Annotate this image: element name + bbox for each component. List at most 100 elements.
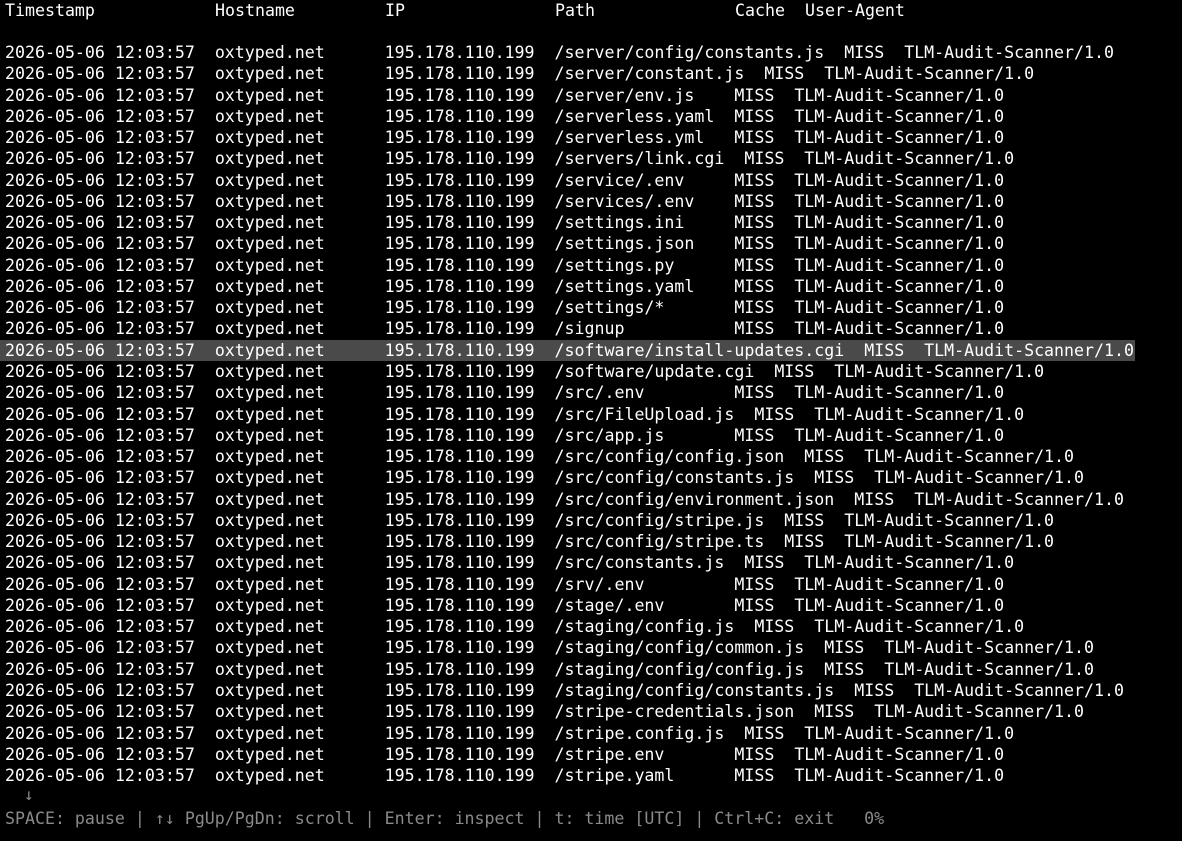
column-gap — [195, 64, 215, 83]
log-row[interactable]: 2026-05-06 12:03:57 oxtyped.net 195.178.… — [0, 233, 1182, 254]
column-gap — [774, 256, 794, 275]
log-row[interactable]: 2026-05-06 12:03:57 oxtyped.net 195.178.… — [0, 297, 1182, 318]
column-gap — [195, 532, 215, 551]
log-row[interactable]: 2026-05-06 12:03:57 oxtyped.net 195.178.… — [0, 191, 1182, 212]
row-user-agent: TLM-Audit-Scanner/1.0 — [794, 191, 1005, 211]
column-gap — [535, 86, 555, 105]
log-row[interactable]: 2026-05-06 12:03:57 oxtyped.net 195.178.… — [0, 85, 1182, 106]
log-row[interactable]: 2026-05-06 12:03:57 oxtyped.net 195.178.… — [0, 382, 1182, 403]
column-gap — [325, 256, 385, 275]
column-gap — [325, 383, 385, 402]
row-user-agent: TLM-Audit-Scanner/1.0 — [794, 425, 1005, 445]
row-path: /stage/.env — [554, 595, 665, 615]
column-gap — [195, 638, 215, 657]
row-path: /stripe-credentials.json — [554, 702, 795, 722]
column-gap — [774, 234, 794, 253]
column-gap — [784, 149, 804, 168]
row-cache: MISS — [734, 213, 775, 233]
log-row[interactable]: 2026-05-06 12:03:57 oxtyped.net 195.178.… — [0, 467, 1182, 488]
column-gap — [195, 766, 215, 785]
log-row[interactable]: 2026-05-06 12:03:57 oxtyped.net 195.178.… — [0, 404, 1182, 425]
log-row[interactable]: 2026-05-06 12:03:57 oxtyped.net 195.178.… — [0, 318, 1182, 339]
log-row[interactable]: 2026-05-06 12:03:57 oxtyped.net 195.178.… — [0, 552, 1182, 573]
row-hostname: oxtyped.net — [214, 255, 325, 275]
row-cache: MISS — [754, 404, 795, 424]
log-row[interactable]: 2026-05-06 12:03:57 oxtyped.net 195.178.… — [0, 659, 1182, 680]
column-gap — [195, 702, 215, 721]
row-user-agent: TLM-Audit-Scanner/1.0 — [794, 383, 1005, 403]
log-row[interactable]: 2026-05-06 12:03:57 oxtyped.net 195.178.… — [0, 425, 1182, 446]
log-row[interactable]: 2026-05-06 12:03:57 oxtyped.net 195.178.… — [0, 531, 1182, 552]
log-row[interactable]: 2026-05-06 12:03:57 oxtyped.net 195.178.… — [0, 574, 1182, 595]
row-path: /software/install-updates.cgi — [554, 340, 845, 360]
row-path: /services/.env — [554, 191, 695, 211]
row-timestamp: 2026-05-06 12:03:57 — [5, 298, 195, 318]
column-gap — [774, 86, 794, 105]
column-gap — [774, 596, 794, 615]
row-user-agent: TLM-Audit-Scanner/1.0 — [834, 361, 1045, 381]
log-row[interactable]: 2026-05-06 12:03:57 oxtyped.net 195.178.… — [0, 42, 1182, 63]
log-row[interactable]: 2026-05-06 12:03:57 oxtyped.net 195.178.… — [0, 63, 1182, 84]
row-cache: MISS — [804, 447, 845, 467]
row-hostname: oxtyped.net — [214, 234, 325, 254]
column-gap — [535, 468, 555, 487]
log-row[interactable]: 2026-05-06 12:03:57 oxtyped.net 195.178.… — [0, 616, 1182, 637]
column-gap — [325, 660, 385, 679]
row-ip: 195.178.110.199 — [384, 744, 535, 764]
row-ip: 195.178.110.199 — [384, 617, 535, 637]
row-path: /stripe.yaml — [554, 766, 675, 786]
row-hostname: oxtyped.net — [214, 64, 325, 84]
row-user-agent: TLM-Audit-Scanner/1.0 — [824, 64, 1035, 84]
column-gap — [535, 724, 555, 743]
log-row[interactable]: 2026-05-06 12:03:57 oxtyped.net 195.178.… — [0, 723, 1182, 744]
log-row[interactable]: 2026-05-06 12:03:57 oxtyped.net 195.178.… — [0, 510, 1182, 531]
log-row[interactable]: 2026-05-06 12:03:57 oxtyped.net 195.178.… — [0, 148, 1182, 169]
column-gap — [535, 43, 555, 62]
row-user-agent: TLM-Audit-Scanner/1.0 — [794, 298, 1005, 318]
log-row[interactable]: 2026-05-06 12:03:57 oxtyped.net 195.178.… — [0, 701, 1182, 722]
row-timestamp: 2026-05-06 12:03:57 — [5, 638, 195, 658]
log-row[interactable]: 2026-05-06 12:03:57 oxtyped.net 195.178.… — [0, 255, 1182, 276]
column-gap — [854, 702, 874, 721]
column-gap — [774, 192, 794, 211]
log-row[interactable]: 2026-05-06 12:03:57 oxtyped.net 195.178.… — [0, 106, 1182, 127]
log-row[interactable]: 2026-05-06 12:03:57 oxtyped.net 195.178.… — [0, 489, 1182, 510]
row-ip: 195.178.110.199 — [384, 659, 535, 679]
row-path: /software/update.cgi — [554, 361, 755, 381]
log-row[interactable]: 2026-05-06 12:03:57 oxtyped.net 195.178.… — [0, 212, 1182, 233]
log-table-body[interactable]: 2026-05-06 12:03:57 oxtyped.net 195.178.… — [0, 42, 1182, 786]
column-gap — [195, 383, 215, 402]
row-user-agent: TLM-Audit-Scanner/1.0 — [804, 553, 1015, 573]
log-row[interactable]: 2026-05-06 12:03:57 oxtyped.net 195.178.… — [0, 765, 1182, 786]
row-cache: MISS — [744, 149, 785, 169]
log-row[interactable]: 2026-05-06 12:03:57 oxtyped.net 195.178.… — [0, 361, 1182, 382]
row-ip: 195.178.110.199 — [384, 340, 535, 360]
column-gap — [864, 638, 884, 657]
log-row[interactable]: 2026-05-06 12:03:57 oxtyped.net 195.178.… — [0, 595, 1182, 616]
row-cache: MISS — [814, 702, 855, 722]
column-gap — [694, 234, 734, 253]
log-row[interactable]: 2026-05-06 12:03:57 oxtyped.net 195.178.… — [0, 446, 1182, 467]
row-hostname: oxtyped.net — [214, 404, 325, 424]
row-timestamp: 2026-05-06 12:03:57 — [5, 425, 195, 445]
log-row[interactable]: 2026-05-06 12:03:57 oxtyped.net 195.178.… — [0, 637, 1182, 658]
log-row[interactable]: 2026-05-06 12:03:57 oxtyped.net 195.178.… — [0, 680, 1182, 701]
column-gap — [535, 362, 555, 381]
row-timestamp: 2026-05-06 12:03:57 — [5, 766, 195, 786]
log-row[interactable]: 2026-05-06 12:03:57 oxtyped.net 195.178.… — [0, 276, 1182, 297]
log-row[interactable]: 2026-05-06 12:03:57 oxtyped.net 195.178.… — [0, 744, 1182, 765]
column-gap — [535, 617, 555, 636]
row-user-agent: TLM-Audit-Scanner/1.0 — [904, 43, 1114, 62]
row-cache: MISS — [734, 191, 775, 211]
row-cache: MISS — [814, 468, 855, 488]
column-gap — [704, 128, 734, 147]
row-path: /staging/config/constants.js — [554, 680, 835, 700]
log-row[interactable]: 2026-05-06 12:03:57 oxtyped.net 195.178.… — [0, 170, 1182, 191]
column-gap — [195, 86, 215, 105]
column-gap — [844, 447, 864, 466]
row-cache: MISS — [854, 680, 895, 700]
row-timestamp: 2026-05-06 12:03:57 — [5, 255, 195, 275]
log-row[interactable]: 2026-05-06 12:03:57 oxtyped.net 195.178.… — [0, 127, 1182, 148]
column-gap — [195, 213, 215, 232]
log-row[interactable]: 2026-05-06 12:03:57 oxtyped.net 195.178.… — [0, 339, 1135, 361]
